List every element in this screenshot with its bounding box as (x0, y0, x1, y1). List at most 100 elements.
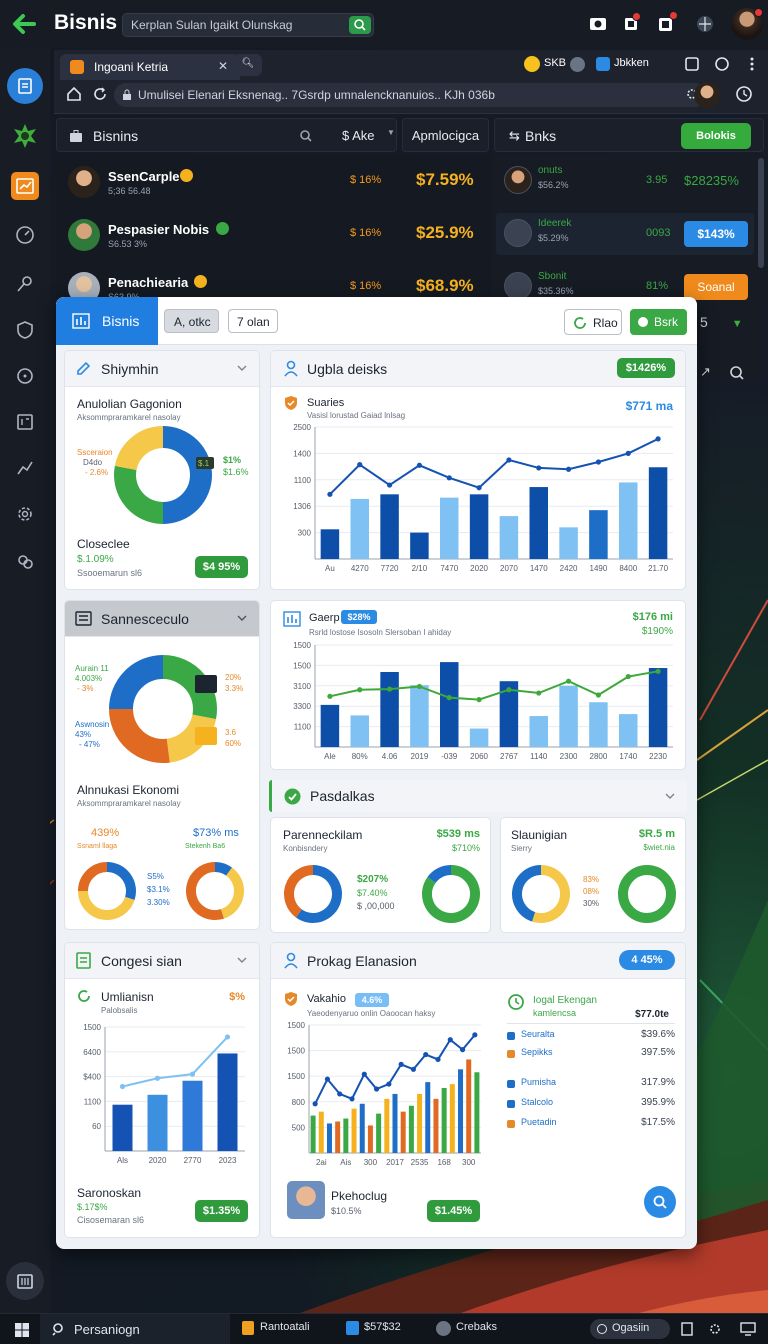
extension-skb[interactable]: SKB (522, 56, 572, 74)
x-tick-label: 300 (364, 1158, 378, 1167)
taskbar-item-3[interactable]: Crebaks (434, 1321, 497, 1336)
back-arrow-icon[interactable] (10, 10, 38, 38)
taskbar-item-2[interactable]: $57$32 (344, 1321, 401, 1335)
ext-dropdown-icon[interactable] (570, 57, 585, 72)
rail-calendar-icon[interactable] (11, 408, 39, 436)
taskbar-display-icon[interactable] (740, 1322, 756, 1336)
x-tick-label: 7720 (381, 564, 399, 573)
col2-header[interactable]: Apmlocigca (402, 118, 489, 152)
taskbar-search[interactable]: Persaniogn (40, 1314, 230, 1344)
row-sub: 5;36 56.48 (108, 186, 151, 196)
x-tick-label: 1470 (530, 564, 548, 573)
card-stocks-header[interactable]: Ugbla deisks $1426% (271, 351, 685, 387)
rail-shield-icon[interactable] (11, 316, 39, 344)
search-button[interactable] (349, 16, 371, 34)
dashboard-panel: Bisnis A, otkc 7 olan Rlao Bsrk Shiymhin… (56, 297, 697, 1249)
globe-icon[interactable] (695, 14, 715, 34)
taskbar-item-1[interactable]: Rantoatali (240, 1321, 310, 1335)
ext-copy-icon[interactable] (684, 56, 700, 72)
bisnis-row[interactable]: SsenCarple 5;36 56.48 $ 16% $7.59% (66, 162, 486, 204)
bnks-row-a: 81% (646, 280, 669, 292)
fab-search-button[interactable] (644, 1186, 676, 1218)
rail-users-icon[interactable] (11, 548, 39, 576)
rail-chat-icon[interactable] (11, 362, 39, 390)
browser-tab[interactable]: Ingoani Ketria ✕ (60, 54, 240, 80)
bnks-tools: ↗ (700, 364, 760, 384)
legend-item[interactable]: Puetadin $17.5% (507, 1117, 675, 1133)
rail-pin-icon[interactable] (11, 270, 39, 298)
bar (217, 1053, 238, 1151)
padalkas-header[interactable]: Pasdalkas (269, 780, 687, 812)
line-point (119, 1083, 126, 1090)
pager-chevron-icon[interactable]: ▼ (732, 318, 743, 330)
bnks-add-button[interactable]: Bolokis (681, 123, 751, 149)
start-icon[interactable] (14, 1322, 30, 1338)
legend-item[interactable]: Stalcolo 395.9% (507, 1097, 675, 1113)
reload-icon[interactable] (92, 86, 108, 102)
tab-close-icon[interactable]: ✕ (218, 59, 228, 73)
rail-star-icon[interactable] (11, 122, 39, 150)
line-point (595, 459, 602, 465)
chevron-down-icon[interactable] (237, 613, 247, 623)
filter-chip-2[interactable]: 7 olan (228, 309, 278, 333)
extension-jbkken[interactable]: Jbkken (594, 56, 655, 74)
url-bar[interactable]: Umulisei Elenari Eksnenag.. 7Gsrdp umnal… (114, 83, 707, 107)
chevron-down-icon[interactable] (665, 791, 675, 801)
rail-document-icon[interactable] (7, 68, 43, 104)
list-search-icon[interactable] (299, 129, 313, 143)
currency-select[interactable]: $ Ake (342, 128, 375, 143)
shipment-badge: $4 95% (195, 556, 248, 578)
pad-right-slice (512, 865, 542, 922)
taskbar-settings-icon[interactable] (708, 1322, 722, 1336)
legend-item[interactable]: Pumisha 317.9% (507, 1077, 675, 1093)
ext-circle-icon[interactable] (714, 56, 730, 72)
card-prokag-header[interactable]: Prokag Elanasion 4 45% (271, 943, 685, 979)
bnks-pager[interactable]: 5 ▼ (700, 314, 760, 344)
search-input[interactable]: Kerplan Sulan Igaikt Olunskag (122, 13, 374, 37)
tab-search-icon[interactable]: 🔍︎ (234, 54, 262, 76)
pad-right-slice (532, 865, 570, 923)
browser-profile-avatar[interactable] (694, 82, 720, 108)
bnks-scrollbar[interactable] (758, 158, 764, 268)
legend-item[interactable]: Seuralta $39.6% (507, 1029, 675, 1045)
card-shipment-header[interactable]: Shiymhin (65, 351, 259, 387)
rail-chart-icon[interactable] (11, 172, 39, 200)
bnks-next-icon[interactable]: ↗ (700, 364, 711, 379)
filter-chip-1[interactable]: A, otkc (164, 309, 219, 333)
chevron-down-icon[interactable] (237, 955, 247, 965)
rail-settings-icon[interactable] (11, 500, 39, 528)
row-percent: $25.9% (416, 223, 474, 242)
x-tick-label: 7470 (440, 564, 458, 573)
card-sales-header[interactable]: Sannesceculo (65, 601, 259, 637)
alloc-left-tag: Ssnaml llaga (77, 843, 118, 850)
rail-archive-icon[interactable] (6, 1262, 44, 1300)
legend-item[interactable]: Sepikks 397.5% (507, 1047, 675, 1063)
sales-label-9: 3.6 (225, 728, 237, 737)
message-badge (669, 11, 678, 20)
padalkas-title: Pasdalkas (310, 788, 375, 804)
home-icon[interactable] (66, 86, 82, 102)
rail-trend-icon[interactable] (11, 454, 39, 482)
rail-gauge-icon[interactable] (11, 221, 39, 249)
prokag-legend-total: $77.0te (635, 1009, 669, 1020)
refresh-button[interactable]: Rlao (564, 309, 622, 335)
camera-icon[interactable] (588, 14, 608, 34)
pad-left-slice (295, 865, 342, 923)
bnks-row[interactable]: onuts $56.2% 3.95 $28235% (496, 160, 754, 202)
bnks-search-icon[interactable] (729, 365, 745, 381)
clock-icon[interactable] (734, 84, 754, 104)
bisnis-row[interactable]: Pespasier Nobis S6.53 3% $ 16% $25.9% (66, 215, 486, 257)
chevron-down-icon[interactable] (237, 363, 247, 373)
bnks-row[interactable]: Ideerek $5.29% 0093 $143% (496, 213, 754, 255)
taskbar-item-4[interactable]: Ogasiin (590, 1319, 670, 1339)
card-congesi-header[interactable]: Congesi sian (65, 943, 259, 979)
go-button[interactable]: Bsrk (630, 309, 687, 335)
row-change: $ 16% (350, 280, 382, 292)
bnks-row-value[interactable]: $143% (684, 221, 748, 247)
bar (350, 498, 369, 559)
tab-bisnis[interactable]: Bisnis (56, 297, 158, 345)
congesi-tag: $% (229, 991, 245, 1003)
taskbar-doc-icon[interactable] (680, 1322, 694, 1336)
shipment-chart-title: Anulolian Gagonion (77, 397, 182, 411)
browser-menu-icon[interactable] (744, 56, 760, 72)
